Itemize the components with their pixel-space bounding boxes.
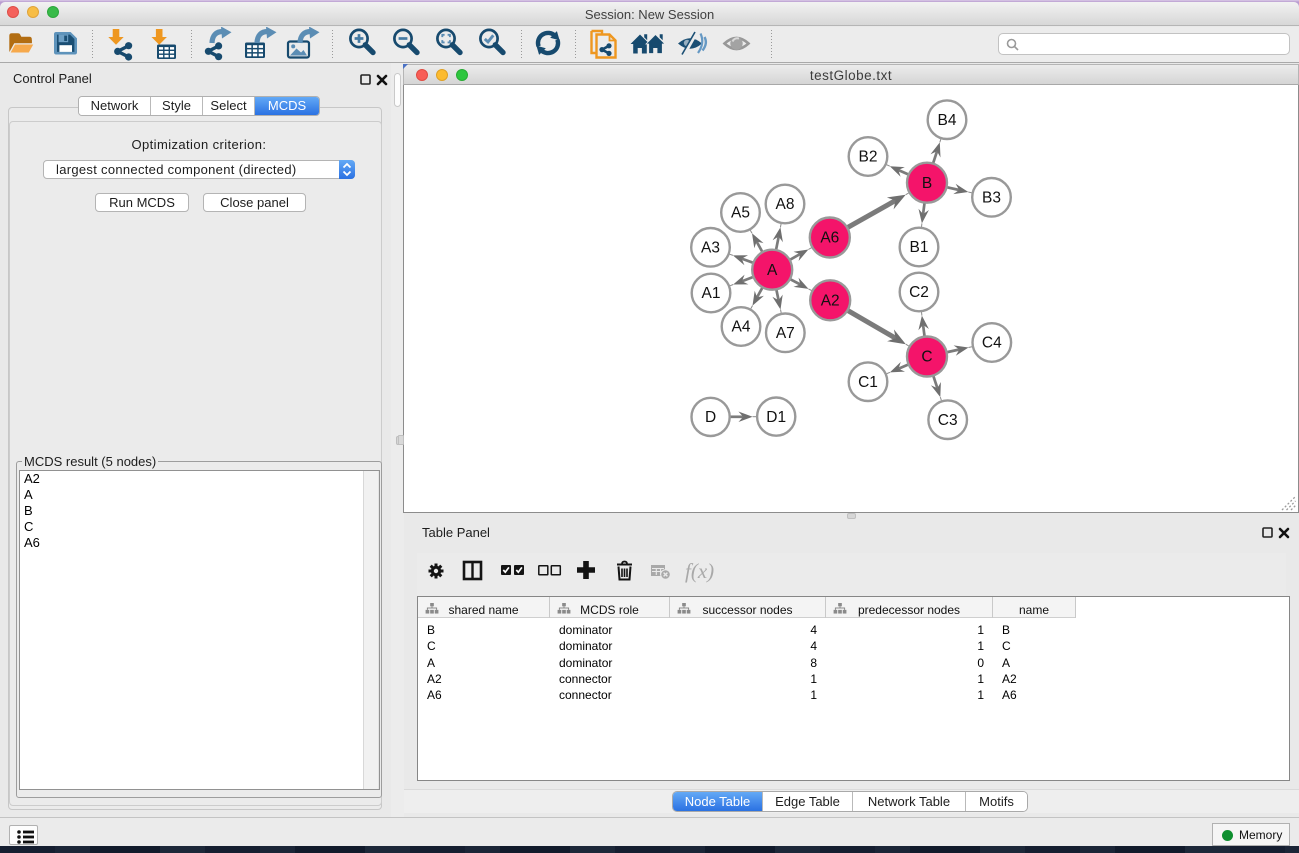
svg-text:A3: A3: [701, 240, 720, 257]
svg-text:B4: B4: [938, 112, 957, 129]
svg-text:B: B: [922, 175, 932, 192]
svg-text:C3: C3: [938, 412, 958, 429]
svg-text:C: C: [921, 349, 932, 366]
svg-text:B2: B2: [859, 149, 878, 166]
svg-text:B1: B1: [910, 239, 929, 256]
svg-text:A5: A5: [731, 205, 750, 222]
svg-text:C2: C2: [909, 284, 929, 301]
svg-text:A8: A8: [776, 196, 795, 213]
svg-text:A1: A1: [702, 285, 721, 302]
svg-text:A4: A4: [732, 319, 751, 336]
svg-text:D: D: [705, 409, 716, 426]
svg-text:B3: B3: [982, 190, 1001, 207]
svg-text:C1: C1: [858, 374, 878, 391]
svg-text:A2: A2: [821, 293, 840, 310]
svg-text:C4: C4: [982, 335, 1002, 352]
svg-text:A: A: [767, 262, 778, 279]
svg-text:f(x): f(x): [685, 559, 714, 583]
svg-text:A6: A6: [820, 230, 839, 247]
svg-text:A7: A7: [776, 325, 795, 342]
svg-text:D1: D1: [766, 409, 786, 426]
